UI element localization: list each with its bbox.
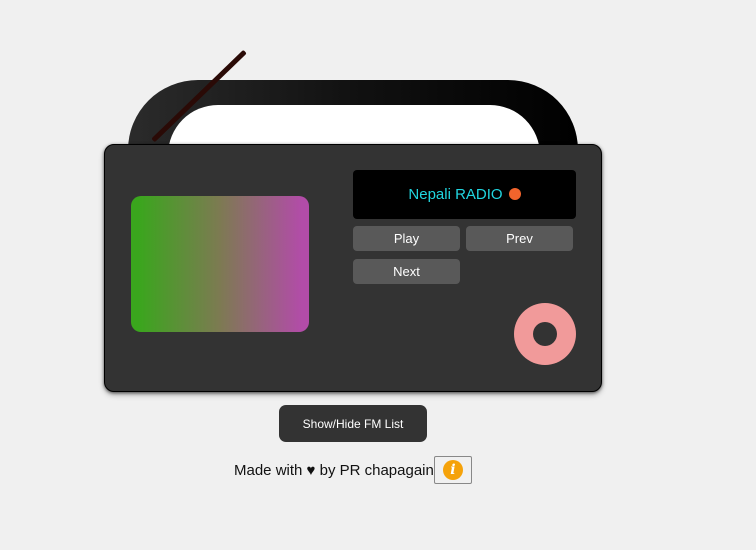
radio-display: Nepali RADIO [353, 170, 576, 219]
status-indicator [508, 188, 521, 200]
station-title: Nepali RADIO [408, 186, 503, 203]
footer-credit-text: Made with ♥ by PR chapagain [234, 461, 434, 479]
radio-body: Nepali RADIO Play Prev Next [104, 144, 602, 392]
radio-app: Nepali RADIO Play Prev Next Show/Hide FM… [0, 0, 756, 550]
info-icon: i [442, 460, 463, 480]
knob-center [533, 322, 557, 346]
speaker-grille [131, 196, 309, 332]
next-button[interactable]: Next [353, 259, 460, 284]
prev-button[interactable]: Prev [466, 226, 573, 251]
toggle-fm-list-button[interactable]: Show/Hide FM List [279, 405, 427, 442]
info-button[interactable]: i [433, 456, 472, 484]
volume-knob-icon[interactable] [514, 303, 576, 365]
footer: Made with ♥ by PR chapagain i [234, 456, 472, 484]
play-button[interactable]: Play [353, 226, 460, 251]
